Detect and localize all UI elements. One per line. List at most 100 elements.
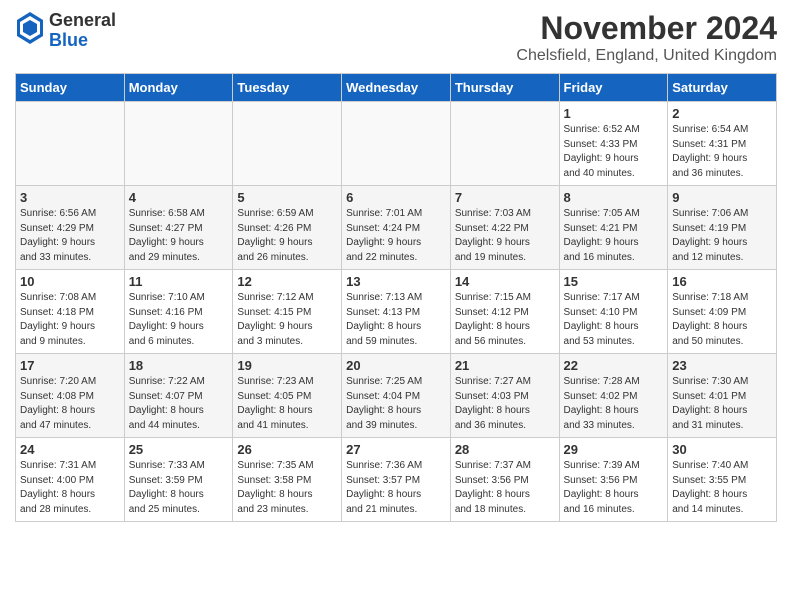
logo-general: General (49, 10, 116, 30)
header-day-friday: Friday (559, 74, 668, 102)
day-number: 8 (564, 190, 664, 205)
day-info: Sunrise: 7:03 AM Sunset: 4:22 PM Dayligh… (455, 207, 555, 265)
calendar-cell: 19Sunrise: 7:23 AM Sunset: 4:05 PM Dayli… (233, 354, 342, 438)
header: General Blue November 2024 Chelsfield, E… (15, 10, 777, 65)
calendar-cell: 11 Sunrise: 7:10 AM Sunset: 4:16 PM Dayli… (124, 270, 233, 354)
day-info: Sunrise: 7:15 AM Sunset: 4:12 PM Dayligh… (455, 291, 555, 349)
header-day-tuesday: Tuesday (233, 74, 342, 102)
day-info: Sunrise: 6:52 AM Sunset: 4:33 PM Dayligh… (564, 123, 664, 181)
day-number: 28 (455, 442, 555, 457)
week-row-3: 17Sunrise: 7:20 AM Sunset: 4:08 PM Dayli… (16, 354, 777, 438)
day-info: Sunrise: 7:33 AM Sunset: 3:59 PM Dayligh… (129, 459, 229, 517)
day-number: 30 (672, 442, 772, 457)
calendar-cell: 17Sunrise: 7:20 AM Sunset: 4:08 PM Dayli… (16, 354, 125, 438)
calendar-cell: 4Sunrise: 6:58 AM Sunset: 4:27 PM Daylig… (124, 186, 233, 270)
day-number: 6 (346, 190, 446, 205)
calendar-cell: 7 Sunrise: 7:03 AM Sunset: 4:22 PM Daylig… (450, 186, 559, 270)
header-day-sunday: Sunday (16, 74, 125, 102)
calendar-cell: 5Sunrise: 6:59 AM Sunset: 4:26 PM Daylig… (233, 186, 342, 270)
day-info: Sunrise: 7:37 AM Sunset: 3:56 PM Dayligh… (455, 459, 555, 517)
day-number: 23 (672, 358, 772, 373)
day-info: Sunrise: 6:59 AM Sunset: 4:26 PM Dayligh… (237, 207, 337, 265)
day-info: Sunrise: 6:56 AM Sunset: 4:29 PM Dayligh… (20, 207, 120, 265)
day-number: 15 (564, 274, 664, 289)
day-info: Sunrise: 7:06 AM Sunset: 4:19 PM Dayligh… (672, 207, 772, 265)
calendar-cell: 16 Sunrise: 7:18 AM Sunset: 4:09 PM Dayli… (668, 270, 777, 354)
day-info: Sunrise: 7:12 AM Sunset: 4:15 PM Dayligh… (237, 291, 337, 349)
calendar-cell: 21 Sunrise: 7:27 AM Sunset: 4:03 PM Dayli… (450, 354, 559, 438)
day-number: 20 (346, 358, 446, 373)
calendar-cell: 8 Sunrise: 7:05 AM Sunset: 4:21 PM Daylig… (559, 186, 668, 270)
logo-icon (15, 10, 45, 51)
calendar-cell: 26 Sunrise: 7:35 AM Sunset: 3:58 PM Dayli… (233, 438, 342, 522)
day-info: Sunrise: 7:08 AM Sunset: 4:18 PM Dayligh… (20, 291, 120, 349)
calendar-cell (233, 102, 342, 186)
calendar-cell: 18 Sunrise: 7:22 AM Sunset: 4:07 PM Dayli… (124, 354, 233, 438)
day-info: Sunrise: 7:28 AM Sunset: 4:02 PM Dayligh… (564, 375, 664, 433)
calendar-cell: 24 Sunrise: 7:31 AM Sunset: 4:00 PM Dayli… (16, 438, 125, 522)
day-number: 12 (237, 274, 337, 289)
day-info: Sunrise: 7:10 AM Sunset: 4:16 PM Dayligh… (129, 291, 229, 349)
subtitle: Chelsfield, England, United Kingdom (516, 47, 777, 65)
calendar-cell: 2 Sunrise: 6:54 AM Sunset: 4:31 PM Daylig… (668, 102, 777, 186)
day-number: 24 (20, 442, 120, 457)
day-info: Sunrise: 7:05 AM Sunset: 4:21 PM Dayligh… (564, 207, 664, 265)
day-info: Sunrise: 7:23 AM Sunset: 4:05 PM Dayligh… (237, 375, 337, 433)
day-info: Sunrise: 7:31 AM Sunset: 4:00 PM Dayligh… (20, 459, 120, 517)
calendar-cell: 29Sunrise: 7:39 AM Sunset: 3:56 PM Dayli… (559, 438, 668, 522)
day-number: 1 (564, 106, 664, 121)
calendar-cell: 14Sunrise: 7:15 AM Sunset: 4:12 PM Dayli… (450, 270, 559, 354)
calendar-cell: 23Sunrise: 7:30 AM Sunset: 4:01 PM Dayli… (668, 354, 777, 438)
week-row-1: 3 Sunrise: 6:56 AM Sunset: 4:29 PM Daylig… (16, 186, 777, 270)
day-info: Sunrise: 7:27 AM Sunset: 4:03 PM Dayligh… (455, 375, 555, 433)
header-day-saturday: Saturday (668, 74, 777, 102)
day-number: 21 (455, 358, 555, 373)
day-number: 11 (129, 274, 229, 289)
day-number: 3 (20, 190, 120, 205)
day-info: Sunrise: 7:35 AM Sunset: 3:58 PM Dayligh… (237, 459, 337, 517)
week-row-2: 10Sunrise: 7:08 AM Sunset: 4:18 PM Dayli… (16, 270, 777, 354)
calendar-table: SundayMondayTuesdayWednesdayThursdayFrid… (15, 73, 777, 522)
day-number: 16 (672, 274, 772, 289)
day-info: Sunrise: 7:39 AM Sunset: 3:56 PM Dayligh… (564, 459, 664, 517)
calendar-cell (16, 102, 125, 186)
logo-blue: Blue (49, 30, 88, 50)
week-row-4: 24 Sunrise: 7:31 AM Sunset: 4:00 PM Dayli… (16, 438, 777, 522)
day-number: 2 (672, 106, 772, 121)
logo: General Blue (15, 10, 116, 51)
calendar-cell: 27Sunrise: 7:36 AM Sunset: 3:57 PM Dayli… (342, 438, 451, 522)
week-row-0: 1 Sunrise: 6:52 AM Sunset: 4:33 PM Daylig… (16, 102, 777, 186)
day-number: 25 (129, 442, 229, 457)
day-number: 9 (672, 190, 772, 205)
day-info: Sunrise: 7:01 AM Sunset: 4:24 PM Dayligh… (346, 207, 446, 265)
day-info: Sunrise: 7:25 AM Sunset: 4:04 PM Dayligh… (346, 375, 446, 433)
calendar-cell: 13Sunrise: 7:13 AM Sunset: 4:13 PM Dayli… (342, 270, 451, 354)
day-number: 18 (129, 358, 229, 373)
day-number: 22 (564, 358, 664, 373)
day-number: 4 (129, 190, 229, 205)
calendar-cell: 3 Sunrise: 6:56 AM Sunset: 4:29 PM Daylig… (16, 186, 125, 270)
main-title: November 2024 (516, 10, 777, 47)
header-row: SundayMondayTuesdayWednesdayThursdayFrid… (16, 74, 777, 102)
calendar-cell: 10Sunrise: 7:08 AM Sunset: 4:18 PM Dayli… (16, 270, 125, 354)
calendar-cell: 9 Sunrise: 7:06 AM Sunset: 4:19 PM Daylig… (668, 186, 777, 270)
day-info: Sunrise: 7:40 AM Sunset: 3:55 PM Dayligh… (672, 459, 772, 517)
header-day-wednesday: Wednesday (342, 74, 451, 102)
calendar-cell: 20 Sunrise: 7:25 AM Sunset: 4:04 PM Dayli… (342, 354, 451, 438)
day-info: Sunrise: 7:17 AM Sunset: 4:10 PM Dayligh… (564, 291, 664, 349)
calendar-cell: 28 Sunrise: 7:37 AM Sunset: 3:56 PM Dayli… (450, 438, 559, 522)
calendar-cell (450, 102, 559, 186)
day-info: Sunrise: 7:22 AM Sunset: 4:07 PM Dayligh… (129, 375, 229, 433)
header-day-monday: Monday (124, 74, 233, 102)
title-area: November 2024 Chelsfield, England, Unite… (516, 10, 777, 65)
day-info: Sunrise: 7:18 AM Sunset: 4:09 PM Dayligh… (672, 291, 772, 349)
calendar-cell: 12 Sunrise: 7:12 AM Sunset: 4:15 PM Dayli… (233, 270, 342, 354)
calendar-cell: 22 Sunrise: 7:28 AM Sunset: 4:02 PM Dayli… (559, 354, 668, 438)
day-info: Sunrise: 6:54 AM Sunset: 4:31 PM Dayligh… (672, 123, 772, 181)
header-day-thursday: Thursday (450, 74, 559, 102)
day-number: 26 (237, 442, 337, 457)
calendar-cell: 6 Sunrise: 7:01 AM Sunset: 4:24 PM Daylig… (342, 186, 451, 270)
day-number: 7 (455, 190, 555, 205)
calendar-cell: 1 Sunrise: 6:52 AM Sunset: 4:33 PM Daylig… (559, 102, 668, 186)
day-info: Sunrise: 7:20 AM Sunset: 4:08 PM Dayligh… (20, 375, 120, 433)
